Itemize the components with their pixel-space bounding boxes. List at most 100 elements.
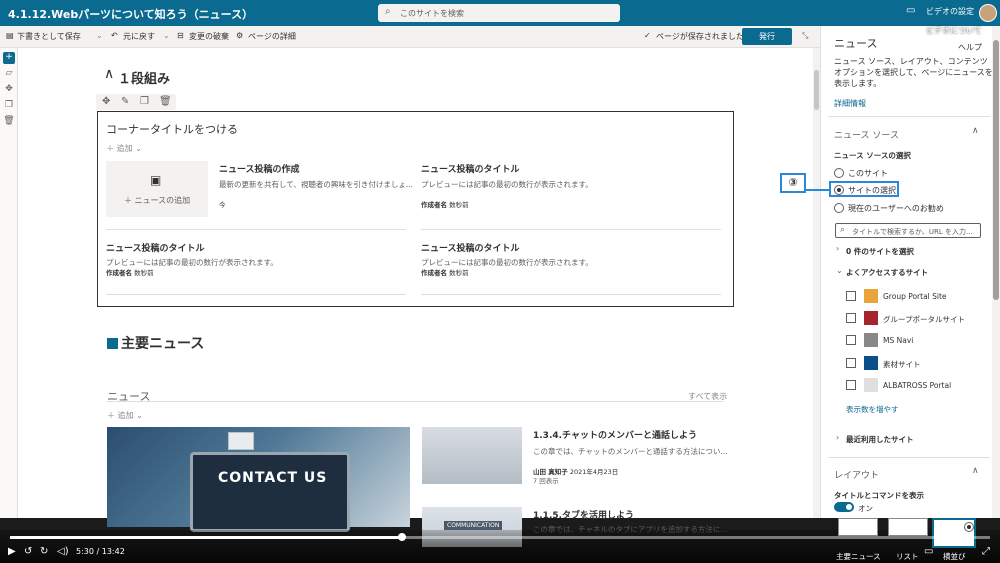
details-link[interactable]: 詳細情報 bbox=[834, 98, 866, 109]
chevron-down-icon[interactable]: ⌄ bbox=[836, 266, 843, 275]
recent-sites-header[interactable]: 最近利用したサイト bbox=[846, 434, 914, 445]
frequent-sites-header[interactable]: よくアクセスするサイト bbox=[846, 267, 928, 278]
cast-icon[interactable]: ▭ bbox=[906, 5, 915, 16]
chevron-up-icon[interactable]: ∧ bbox=[972, 126, 979, 136]
publish-label: 発行 bbox=[759, 32, 775, 41]
envelope-icon bbox=[228, 432, 254, 450]
move-icon[interactable]: ✥ bbox=[102, 96, 110, 107]
canvas-scrollbar-thumb[interactable] bbox=[814, 70, 819, 110]
video-settings-button[interactable]: ビデオの設定 bbox=[926, 6, 974, 17]
site-search-input[interactable]: ⌕ このサイトを検索 bbox=[378, 4, 620, 22]
post-time: 数秒前 bbox=[449, 201, 469, 209]
news-thumbnail[interactable] bbox=[422, 427, 522, 484]
collapse-icon[interactable]: ⤡ bbox=[802, 31, 808, 41]
publish-button[interactable]: 発行 bbox=[742, 28, 792, 45]
chevron-up-icon[interactable]: ∧ bbox=[972, 466, 979, 476]
fullscreen-icon[interactable]: ⤢ bbox=[982, 546, 990, 557]
site-name: Group Portal Site bbox=[883, 292, 947, 301]
site-logo-icon bbox=[864, 378, 878, 392]
webpart-title[interactable]: コーナータイトルをつける bbox=[106, 121, 238, 137]
page-title: 4.1.12.Webパーツについて知ろう（ニュース） bbox=[8, 8, 254, 21]
news-item-desc: この章では、チャットのメンバーと通話する方法につい... bbox=[533, 447, 728, 456]
news-post-title[interactable]: ニュース投稿のタイトル bbox=[106, 241, 205, 254]
page-details-button[interactable]: ページの詳細 bbox=[248, 31, 296, 42]
avatar[interactable] bbox=[979, 4, 997, 22]
divider bbox=[828, 116, 990, 117]
radio-this-site[interactable] bbox=[834, 168, 844, 178]
selected-sites-count[interactable]: 0 件のサイトを選択 bbox=[846, 246, 914, 257]
video-time: 5:30 / 13:42 bbox=[76, 547, 125, 556]
site-search-field[interactable]: ⌕ タイトルで検索するか、URL を入力... bbox=[835, 223, 981, 238]
add-news-link[interactable]: ＋ 追加 ⌄ bbox=[107, 410, 143, 421]
chevron-right-icon[interactable]: › bbox=[836, 433, 839, 442]
video-progress-fill bbox=[10, 536, 402, 539]
site-checkbox[interactable] bbox=[846, 291, 856, 301]
trash-icon[interactable]: 🗑 bbox=[159, 96, 172, 107]
captions-icon[interactable]: ▭ bbox=[924, 546, 933, 557]
news-post-title[interactable]: ニュース投稿のタイトル bbox=[421, 241, 520, 254]
save-draft-button[interactable]: 下書きとして保存 bbox=[17, 31, 81, 42]
option-recommended[interactable]: 現在のユーザーへのお勧め bbox=[848, 203, 944, 214]
section-title: １段組み bbox=[118, 72, 171, 87]
news-post-title[interactable]: ニュース投稿の作成 bbox=[219, 162, 300, 175]
show-more-link[interactable]: 表示数を増やす bbox=[846, 404, 899, 415]
chevron-up-icon[interactable]: ∧ bbox=[104, 66, 114, 82]
news-post-author: 作成者名 数秒前 bbox=[421, 199, 469, 209]
option-this-site[interactable]: このサイト bbox=[848, 168, 888, 179]
site-checkbox[interactable] bbox=[846, 335, 856, 345]
undo-button[interactable]: 元に戻す bbox=[123, 31, 155, 42]
pencil-icon[interactable]: ✎ bbox=[121, 96, 129, 107]
about-video-link[interactable]: ビデオについて bbox=[926, 25, 982, 36]
pane-scrollbar-thumb[interactable] bbox=[993, 40, 999, 300]
site-checkbox[interactable] bbox=[846, 380, 856, 390]
layout-option-top-news[interactable] bbox=[838, 518, 878, 536]
forward-icon[interactable]: ↻ bbox=[40, 546, 48, 557]
site-checkbox[interactable] bbox=[846, 313, 856, 323]
news-post-title[interactable]: ニュース投稿のタイトル bbox=[421, 162, 520, 175]
news-icon: ▣ bbox=[150, 173, 162, 187]
laptop-image bbox=[190, 452, 350, 532]
title-commands-toggle[interactable] bbox=[834, 502, 854, 512]
move-icon[interactable]: ✥ bbox=[3, 84, 15, 96]
layout-option-side-by-side[interactable] bbox=[932, 518, 976, 548]
rewind-icon[interactable]: ↺ bbox=[24, 546, 32, 557]
copy-icon[interactable]: ❐ bbox=[3, 100, 15, 112]
add-news-link[interactable]: ＋ 追加 ⌄ bbox=[106, 143, 142, 154]
pane-intro-line: 表示します。 bbox=[834, 79, 882, 88]
duplicate-icon[interactable]: ❐ bbox=[140, 96, 149, 107]
post-time: 数秒前 bbox=[449, 269, 469, 277]
thumbnail-label: COMMUNICATION bbox=[444, 521, 503, 530]
command-bar: ▤ 下書きとして保存 ⌄ ↶ 元に戻す ⌄ ⊟ 変更の破棄 ⚙ ページの詳細 ✓… bbox=[0, 26, 820, 48]
video-progress-handle[interactable] bbox=[398, 533, 406, 541]
layout-header[interactable]: レイアウト bbox=[834, 468, 879, 481]
saved-status: ページが保存されました bbox=[656, 32, 744, 41]
volume-icon[interactable]: ◁) bbox=[57, 546, 69, 557]
callout-connector bbox=[806, 189, 830, 191]
divider bbox=[106, 294, 406, 295]
add-icon[interactable]: + bbox=[3, 52, 15, 64]
news-views: 7 回表示 bbox=[533, 477, 559, 485]
left-rail: + ▱ ✥ ❐ 🗑 bbox=[0, 48, 18, 518]
step-callout: ③ bbox=[780, 173, 806, 193]
help-link[interactable]: ヘルプ bbox=[958, 42, 982, 53]
search-icon: ⌕ bbox=[840, 225, 846, 235]
chevron-down-icon[interactable]: ⌄ bbox=[96, 31, 103, 40]
comment-icon[interactable]: ▱ bbox=[3, 68, 15, 80]
discard-button[interactable]: 変更の破棄 bbox=[189, 31, 229, 42]
add-news-tile[interactable]: ▣ ＋ ニュースの追加 bbox=[106, 161, 208, 217]
search-placeholder: このサイトを検索 bbox=[400, 9, 464, 18]
news-source-header[interactable]: ニュース ソース bbox=[834, 128, 899, 141]
layout-option-list[interactable] bbox=[888, 518, 928, 536]
canvas-scrollbar[interactable] bbox=[813, 48, 820, 518]
news-post-time: 今 bbox=[219, 201, 226, 209]
news-item-title[interactable]: 1.3.4.チャットのメンバーと通話しよう bbox=[533, 428, 697, 441]
play-icon[interactable]: ▶ bbox=[8, 546, 16, 557]
radio-recommended[interactable] bbox=[834, 203, 844, 213]
trash-icon[interactable]: 🗑 bbox=[3, 116, 15, 128]
pane-title: ニュース bbox=[834, 37, 878, 50]
site-checkbox[interactable] bbox=[846, 358, 856, 368]
layout-label: リスト bbox=[896, 552, 919, 561]
news-item-title[interactable]: 1.1.5.タブを活用しよう bbox=[533, 508, 634, 521]
chevron-right-icon[interactable]: › bbox=[836, 244, 839, 253]
chevron-down-icon[interactable]: ⌄ bbox=[163, 31, 170, 40]
